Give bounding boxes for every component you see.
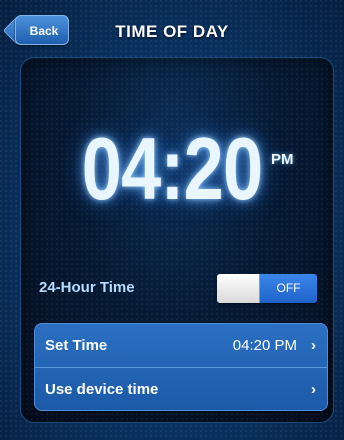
clock-ampm: PM: [271, 151, 294, 168]
header: Back TIME OF DAY: [0, 0, 344, 56]
set-time-label: Set Time: [45, 337, 108, 354]
set-time-row[interactable]: Set Time 04:20 PM ›: [35, 324, 327, 368]
chevron-right-icon: ›: [311, 337, 316, 354]
clock-display: 04:20 PM: [0, 125, 344, 225]
back-button-label: Back: [29, 24, 59, 38]
hour-mode-toggle[interactable]: OFF: [217, 274, 317, 303]
clock-time: 04:20: [81, 119, 263, 218]
set-time-value: 04:20 PM: [232, 337, 297, 354]
hour-mode-row: 24-Hour Time OFF: [39, 273, 319, 305]
use-device-time-row[interactable]: Use device time ›: [35, 368, 327, 410]
use-device-time-label: Use device time: [45, 381, 159, 398]
settings-list: Set Time 04:20 PM › Use device time ›: [34, 323, 328, 411]
toggle-state-label: OFF: [276, 281, 301, 295]
toggle-knob[interactable]: [217, 274, 260, 303]
chevron-right-icon: ›: [311, 381, 316, 398]
hour-mode-label: 24-Hour Time: [39, 279, 135, 296]
